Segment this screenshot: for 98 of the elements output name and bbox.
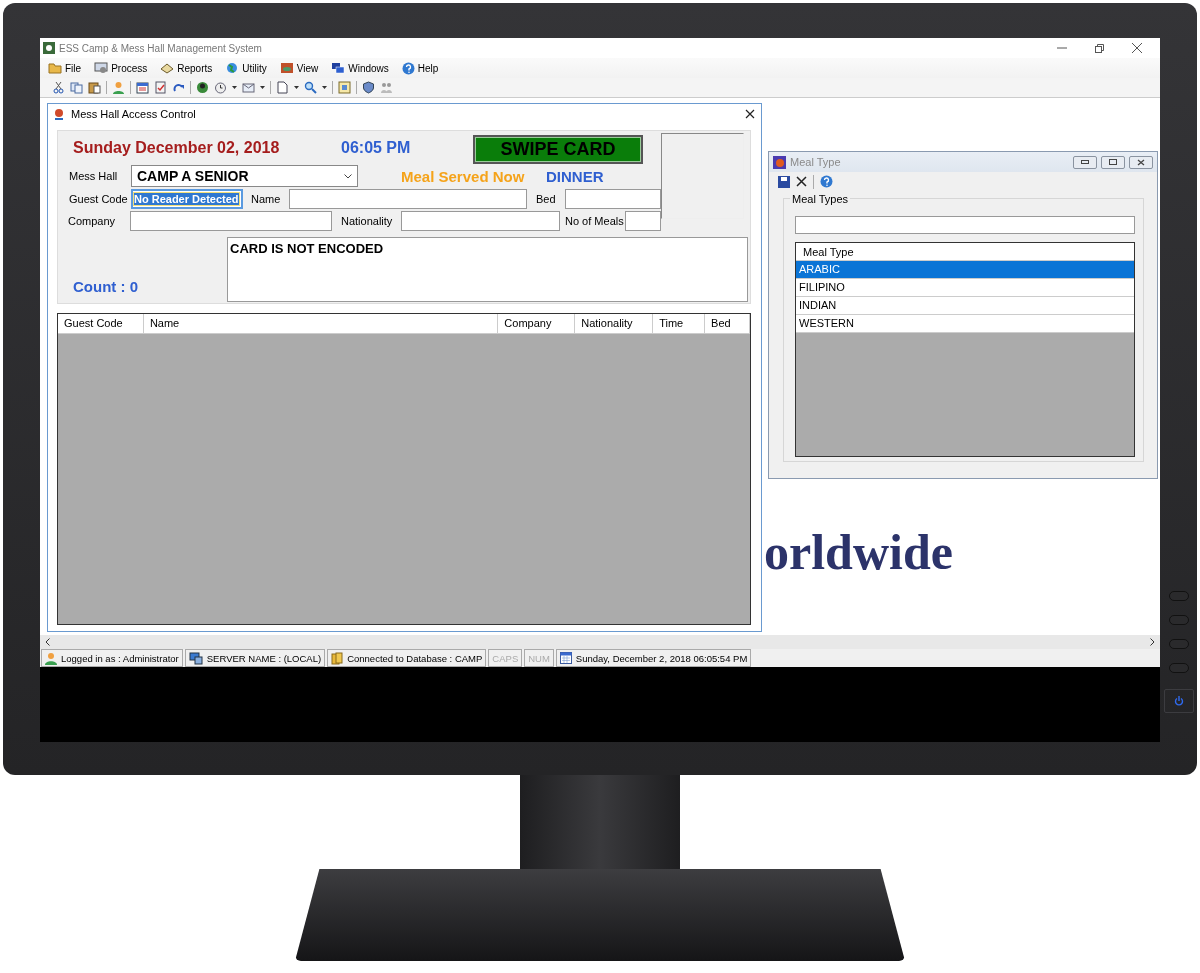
column-header: Guest Code — [58, 314, 144, 333]
caret-icon[interactable] — [294, 86, 299, 89]
list-item[interactable]: WESTERN — [796, 315, 1134, 333]
group-label: Meal Types — [790, 193, 851, 205]
menu-item[interactable]: Help — [417, 62, 439, 74]
envelope-icon[interactable] — [242, 81, 255, 94]
checklist-icon[interactable] — [154, 81, 167, 94]
status-text: Sunday, December 2, 2018 06:05:54 PM — [575, 652, 748, 664]
close-button[interactable] — [1129, 155, 1153, 169]
name-field[interactable] — [289, 189, 527, 209]
close-icon — [1137, 158, 1145, 166]
column-header: Nationality — [575, 314, 654, 333]
list-item[interactable]: FILIPINO — [796, 279, 1134, 297]
folder-icon — [48, 62, 62, 74]
report-icon[interactable] — [338, 81, 351, 94]
date-text: Sunday December 02, 2018 — [73, 138, 281, 157]
close-icon[interactable] — [796, 176, 807, 187]
field-label: Bed — [536, 193, 557, 205]
power-icon — [1173, 696, 1184, 706]
minimize-icon — [1081, 160, 1089, 164]
app-title: ESS Camp & Mess Hall Management System — [59, 42, 263, 54]
field-label: Guest Code — [69, 193, 129, 205]
window-title: Mess Hall Access Control — [71, 108, 197, 120]
scroll-left-icon[interactable] — [45, 638, 50, 646]
menu-item[interactable]: File — [65, 62, 82, 74]
menu-item[interactable]: Reports — [177, 62, 213, 74]
field-label: Name — [251, 193, 282, 205]
caret-icon[interactable] — [232, 86, 237, 89]
search-field[interactable] — [795, 216, 1135, 234]
app-icon — [43, 42, 55, 54]
scroll-right-icon[interactable] — [1150, 638, 1155, 646]
help-icon — [401, 61, 415, 75]
person-icon[interactable] — [112, 81, 125, 94]
message-box: CARD IS NOT ENCODED — [227, 237, 748, 302]
maximize-icon — [1109, 159, 1117, 165]
swipe-card-button[interactable]: SWIPE CARD — [473, 134, 643, 164]
search-icon[interactable] — [304, 81, 317, 94]
background-logo: orldwide — [764, 523, 953, 581]
nationality-field[interactable] — [401, 211, 560, 231]
save-icon[interactable] — [778, 175, 790, 188]
document-icon[interactable] — [276, 81, 289, 94]
people-icon[interactable] — [380, 81, 393, 94]
horizontal-scrollbar[interactable] — [40, 635, 1160, 649]
field-label: Nationality — [341, 215, 394, 227]
user-icon — [45, 651, 57, 665]
shield-icon[interactable] — [362, 81, 375, 94]
menu-item[interactable]: Utility — [242, 62, 267, 74]
calendar-icon[interactable] — [136, 81, 149, 94]
mess-hall-dropdown[interactable]: CAMP A SENIOR — [131, 165, 358, 187]
app-icon — [773, 155, 786, 169]
meals-field[interactable] — [625, 211, 661, 231]
menu-item[interactable]: View — [296, 62, 319, 74]
list-item[interactable]: ARABIC — [796, 261, 1134, 279]
column-header: Time — [653, 314, 706, 333]
caret-icon[interactable] — [260, 86, 265, 89]
menu-item[interactable]: Process — [111, 62, 148, 74]
restore-icon[interactable] — [1095, 43, 1104, 53]
menu-item[interactable]: Windows — [348, 62, 389, 74]
clock-icon[interactable] — [214, 81, 227, 94]
status-text: Connected to Database : CAMP — [347, 652, 483, 664]
redo-icon[interactable] — [172, 81, 185, 94]
count-text: Count : 0 — [73, 278, 139, 295]
key-indicator: NUM — [524, 649, 554, 667]
maximize-button[interactable] — [1101, 155, 1125, 169]
help-icon[interactable] — [820, 175, 833, 188]
company-field[interactable] — [130, 211, 332, 231]
bed-field[interactable] — [565, 189, 661, 209]
close-icon[interactable] — [745, 109, 755, 119]
paste-icon[interactable] — [88, 81, 101, 94]
guest-code-field[interactable]: No Reader Detected — [131, 189, 243, 209]
column-header: Name — [143, 314, 499, 333]
scissors-icon[interactable] — [52, 81, 65, 94]
chevron-icon — [344, 173, 352, 179]
server-icon — [188, 651, 203, 665]
column-header: Bed — [705, 314, 750, 333]
meal-served-value: DINNER — [546, 167, 604, 185]
list-item[interactable]: INDIAN — [796, 297, 1134, 315]
field-label: Company — [68, 215, 117, 227]
column-header: Meal Type — [796, 243, 1134, 261]
status-text: Logged in as : Administrator — [61, 652, 179, 664]
close-icon[interactable] — [1132, 43, 1142, 53]
window-title: Meal Type — [790, 156, 842, 168]
field-label: Mess Hall — [69, 170, 119, 182]
status-text: SERVER NAME : (LOCAL) — [206, 652, 322, 664]
app-icon — [53, 108, 65, 120]
field-label: No of Meals — [565, 215, 625, 227]
calendar-icon — [559, 652, 572, 664]
caret-icon[interactable] — [322, 86, 327, 89]
stacked-windows-icon — [331, 62, 346, 74]
window-icon — [279, 62, 294, 74]
power-button[interactable] — [1163, 689, 1194, 713]
meal-served-label: Meal Served Now — [401, 167, 526, 185]
column-header: Company — [498, 314, 576, 333]
key-indicator: CAPS — [488, 649, 523, 667]
time-text: 06:05 PM — [341, 138, 412, 157]
database-icon — [331, 651, 344, 665]
minimize-button[interactable] — [1073, 155, 1097, 169]
copy-icon[interactable] — [70, 81, 83, 94]
